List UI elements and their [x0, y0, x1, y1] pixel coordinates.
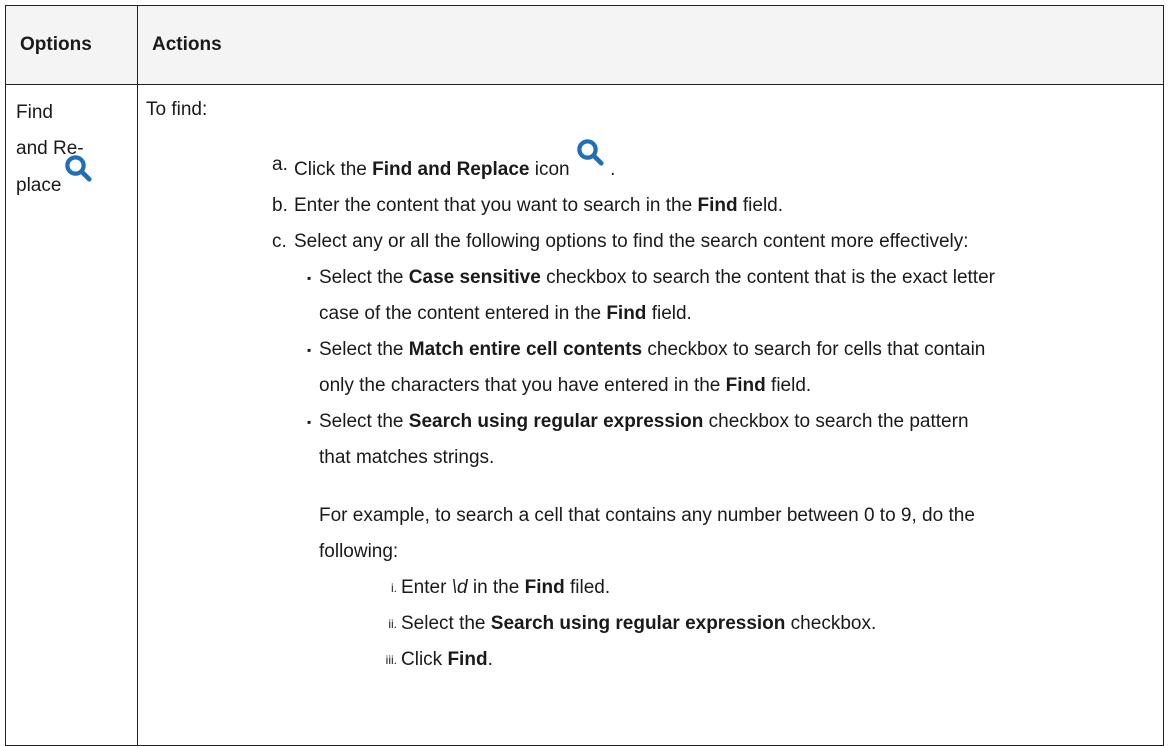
step-item: b. Enter the content that you want to sea… [272, 188, 1163, 224]
example-paragraph: For example, to search a cell that conta… [319, 505, 975, 562]
option-label-text: place [16, 175, 62, 196]
bold-term: Search using regular expression [490, 613, 786, 634]
example-step-item: i. Enter \d in the Find filed. [371, 570, 999, 606]
bullet-marker: ▪ [307, 415, 312, 429]
text-run: field. [737, 195, 784, 216]
text-run: Select any or all the following options … [294, 231, 969, 252]
text-run: icon [529, 159, 575, 180]
text-run: in the [467, 577, 525, 598]
example-steps-list: i. Enter \d in the Find filed. ii. Select t… [307, 570, 999, 678]
italic-term: \d [451, 577, 468, 598]
header-row: Options Actions [5, 5, 1164, 85]
bullet-text: Select the Search using regular expressi… [319, 411, 969, 468]
text-run: Select the [319, 339, 409, 360]
text-run: Select the [319, 267, 409, 288]
step-marker: c. [272, 231, 287, 252]
example-step-marker: iii. [385, 653, 397, 667]
step-text: Select any or all the following options … [294, 231, 969, 252]
bullet-item: ▪ Select the Search using regular express… [307, 404, 999, 678]
header-options: Options [5, 5, 138, 85]
bold-term: Find [697, 195, 738, 216]
text-run: field. [646, 303, 692, 324]
text-run: checkbox. [785, 613, 877, 634]
text-run: Enter [401, 577, 452, 598]
example-step-marker: i. [391, 581, 397, 595]
option-cell: Find and Re- place [5, 84, 138, 746]
example-step-item: iii. Click Find. [371, 642, 999, 678]
bullet-item: ▪ Select the Case sensitive checkbox to s… [307, 260, 999, 332]
bullet-item: ▪ Select the Match entire cell contents c… [307, 332, 999, 404]
text-run: Select the [319, 411, 409, 432]
example-step-text: Select the Search using regular expressi… [401, 613, 876, 634]
actions-content: To find: a. Click the Find and Replace ic… [138, 85, 1163, 678]
bullet-text: Select the Case sensitive checkbox to se… [319, 267, 995, 324]
actions-cell: To find: a. Click the Find and Replace ic… [137, 84, 1164, 746]
header-actions: Actions [137, 5, 1164, 85]
bold-term: Find [606, 303, 647, 324]
option-label-line-3: place [16, 155, 137, 204]
example-step-item: ii. Select the Search using regular expre… [371, 606, 999, 642]
steps-list: a. Click the Find and Replace icon . b. Ent… [146, 139, 1163, 678]
options-bullet-list: ▪ Select the Case sensitive checkbox to s… [146, 260, 1163, 678]
step-item: a. Click the Find and Replace icon . [272, 139, 1163, 188]
table-row: Find and Re- place To find: a. Click the … [5, 84, 1164, 746]
example-step-marker: ii. [388, 617, 397, 631]
example-step-text: Enter \d in the Find filed. [401, 577, 610, 598]
search-icon [63, 153, 93, 183]
text-run: filed. [564, 577, 611, 598]
bold-term: Find [524, 577, 565, 598]
text-run: Enter the content that you want to searc… [294, 195, 698, 216]
step-marker: b. [272, 195, 288, 216]
text-run: . [487, 649, 493, 670]
example-step-text: Click Find. [401, 649, 493, 670]
step-text: Click the Find and Replace icon . [294, 139, 616, 180]
text-run: Click [401, 649, 448, 670]
step-text: Enter the content that you want to searc… [294, 195, 783, 216]
options-actions-table: Options Actions Find and Re- place To fi… [5, 5, 1164, 746]
search-icon [575, 137, 605, 167]
step-item: c. Select any or all the following option… [272, 224, 1163, 678]
bold-term: Search using regular expression [408, 411, 704, 432]
bullet-marker: ▪ [307, 343, 312, 357]
bold-term: Case sensitive [408, 267, 541, 288]
bold-term: Find [447, 649, 488, 670]
bold-term: Match entire cell contents [408, 339, 643, 360]
actions-intro: To find: [146, 99, 208, 120]
text-run: . [604, 159, 616, 180]
bold-term: Find [725, 375, 766, 396]
option-label-line-1: Find [16, 102, 53, 123]
text-run: Select the [401, 613, 491, 634]
bullet-marker: ▪ [307, 271, 312, 285]
text-run: Click the [294, 159, 373, 180]
bold-term: Find and Replace [372, 159, 530, 180]
text-run: field. [765, 375, 812, 396]
bullet-text: Select the Match entire cell contents ch… [319, 339, 985, 396]
step-marker: a. [272, 154, 288, 175]
